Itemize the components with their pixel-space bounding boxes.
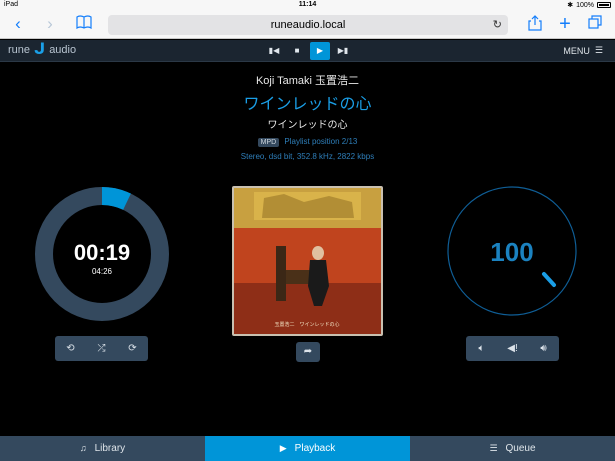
bookmarks-icon[interactable]: [74, 15, 94, 35]
volume-value: 100: [490, 237, 534, 267]
tab-queue[interactable]: ☰ Queue: [410, 436, 615, 461]
next-button[interactable]: ▶▮: [333, 42, 353, 60]
share-track-button[interactable]: ➦: [296, 342, 320, 362]
song-title: ワインレッドの心: [243, 96, 372, 113]
music-note-icon: ♫: [79, 443, 87, 453]
elapsed-time: 00:19: [73, 240, 131, 265]
status-right: ✱ 100%: [567, 1, 611, 9]
logo-right-text: audio: [49, 44, 77, 56]
svg-text:玉置浩二 ワインレッドの心: 玉置浩二 ワインレッドの心: [274, 321, 339, 328]
ios-status-bar: iPad 11:14 ✱ 100%: [0, 0, 615, 11]
battery-percent: 100%: [576, 1, 594, 9]
menu-label: MENU: [563, 45, 590, 56]
volume-controls: 🔈︎ ◀! 🔊︎: [466, 336, 559, 361]
audio-format: Stereo, dsd bit, 352.8 kHz, 2822 kbps: [240, 152, 375, 161]
play-button[interactable]: ▶: [310, 42, 330, 60]
reload-icon[interactable]: ↻: [493, 15, 502, 35]
tab-library[interactable]: ♫ Library: [0, 436, 205, 461]
logo-mark-icon: ᒍ: [34, 41, 46, 58]
playlist-position: Playlist position 2/13: [284, 137, 358, 146]
hamburger-icon: ☰: [594, 45, 603, 55]
logo-left-text: rune: [8, 44, 31, 56]
tabs-icon[interactable]: [585, 15, 605, 35]
app-header: rune ᒍ audio ▮◀ ■ ▶ ▶▮ MENU ☰: [0, 40, 615, 62]
volume-up-button[interactable]: 🔊︎: [528, 336, 559, 361]
new-tab-icon[interactable]: +: [555, 14, 575, 35]
volume-down-button[interactable]: 🔈︎: [466, 336, 497, 361]
stop-button[interactable]: ■: [287, 42, 307, 60]
bottom-tabs: ♫ Library ▶ Playback ☰ Queue: [0, 436, 615, 461]
mute-button[interactable]: ◀!: [497, 336, 528, 361]
runeaudio-logo[interactable]: rune ᒍ audio: [8, 41, 77, 58]
clock: 11:14: [298, 1, 317, 8]
url-text: runeaudio.local: [270, 19, 346, 31]
share-arrow-icon: ➦: [303, 346, 313, 357]
bluetooth-icon: ✱: [567, 2, 574, 9]
play-icon: ▶: [279, 443, 287, 453]
source-badge: MPD: [257, 138, 280, 147]
track-info: Koji Tamaki 玉置浩二 ワインレッドの心 ワインレッドの心: [0, 72, 615, 131]
volume-needle: [542, 272, 556, 287]
playback-meta: MPD Playlist position 2/13 Stereo, dsd b…: [0, 137, 615, 161]
tab-queue-label: Queue: [505, 443, 536, 454]
tab-playback[interactable]: ▶ Playback: [205, 436, 410, 461]
repeat-button[interactable]: ⟲: [55, 336, 86, 361]
list-icon: ☰: [489, 443, 498, 453]
tab-playback-label: Playback: [294, 443, 336, 454]
total-time: 04:26: [91, 267, 113, 276]
address-bar[interactable]: runeaudio.local ↻: [108, 15, 508, 35]
album-cover: 玉置浩二 ワインレッドの心: [232, 186, 383, 336]
album-name: ワインレッドの心: [267, 120, 348, 131]
browser-toolbar: ‹ › runeaudio.local ↻ +: [0, 11, 615, 39]
single-repeat-button[interactable]: ⟳: [117, 336, 148, 361]
back-icon[interactable]: ‹: [8, 15, 28, 35]
forward-icon[interactable]: ›: [40, 15, 60, 35]
shuffle-button[interactable]: ⤮: [86, 336, 117, 361]
playback-options: ⟲ ⤮ ⟳: [55, 336, 148, 361]
tab-library-label: Library: [94, 443, 126, 454]
previous-button[interactable]: ▮◀: [264, 42, 284, 60]
artist-name: Koji Tamaki 玉置浩二: [255, 75, 360, 87]
battery-icon: [597, 2, 611, 8]
share-icon[interactable]: [525, 15, 545, 35]
transport-controls: ▮◀ ■ ▶ ▶▮: [264, 42, 353, 60]
menu-button[interactable]: MENU ☰: [563, 45, 603, 56]
